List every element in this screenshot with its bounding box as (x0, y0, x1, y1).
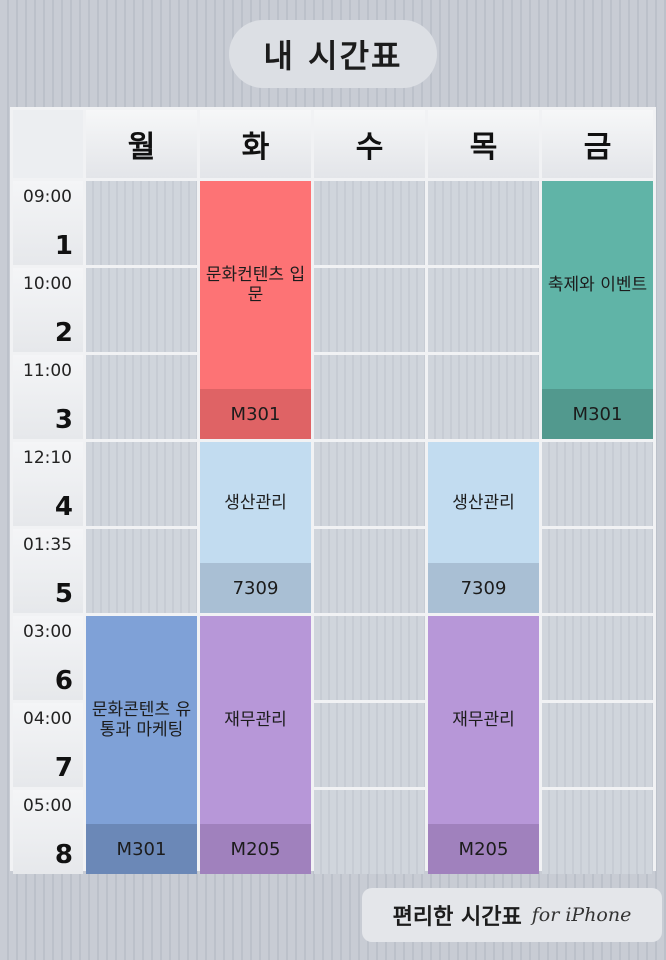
period-number: 3 (54, 405, 73, 435)
empty-slot-thu-1[interactable] (428, 181, 539, 265)
period-start-time: 09:00 (23, 187, 72, 207)
period-4-label: 12:10 4 (13, 442, 83, 526)
empty-slot-wed-5[interactable] (314, 529, 425, 613)
app-name: 편리한 시간표 (392, 905, 522, 930)
period-1-label: 09:00 1 (13, 181, 83, 265)
platform-label: for iPhone (531, 904, 632, 926)
day-header-thu: 목 (428, 110, 539, 178)
course-block[interactable]: 축제와 이벤트 M301 (542, 181, 653, 439)
course-block[interactable]: 생산관리 7309 (200, 442, 311, 613)
empty-slot-fri-8[interactable] (542, 790, 653, 874)
course-block[interactable]: 재무관리 M205 (428, 616, 539, 874)
period-start-time: 11:00 (23, 361, 72, 381)
course-room: M205 (428, 824, 539, 874)
empty-slot-mon-2[interactable] (86, 268, 197, 352)
course-name: 재무관리 (224, 710, 287, 730)
period-number: 7 (54, 753, 73, 783)
empty-slot-fri-4[interactable] (542, 442, 653, 526)
period-start-time: 01:35 (23, 535, 72, 555)
course-room: M301 (200, 389, 311, 439)
period-7-label: 04:00 7 (13, 703, 83, 787)
empty-slot-mon-5[interactable] (86, 529, 197, 613)
period-5-label: 01:35 5 (13, 529, 83, 613)
day-header-wed: 수 (314, 110, 425, 178)
period-number: 4 (54, 492, 73, 522)
header-corner (13, 110, 83, 178)
empty-slot-thu-2[interactable] (428, 268, 539, 352)
period-start-time: 05:00 (23, 796, 72, 816)
empty-slot-fri-7[interactable] (542, 703, 653, 787)
empty-slot-wed-1[interactable] (314, 181, 425, 265)
course-block[interactable]: 생산관리 7309 (428, 442, 539, 613)
period-6-label: 03:00 6 (13, 616, 83, 700)
course-room: 7309 (428, 563, 539, 613)
page-title: 내 시간표 (229, 20, 437, 88)
period-number: 8 (54, 840, 73, 870)
empty-slot-mon-4[interactable] (86, 442, 197, 526)
period-3-label: 11:00 3 (13, 355, 83, 439)
empty-slot-fri-6[interactable] (542, 616, 653, 700)
course-name: 문화컨텐츠 입문 (205, 265, 306, 305)
course-room: M301 (542, 389, 653, 439)
period-number: 1 (54, 231, 73, 261)
course-name: 재무관리 (452, 710, 515, 730)
course-room: 7309 (200, 563, 311, 613)
empty-slot-mon-1[interactable] (86, 181, 197, 265)
period-8-label: 05:00 8 (13, 790, 83, 874)
course-name: 문화콘텐츠 유통과 마케팅 (91, 700, 192, 740)
course-block[interactable]: 문화콘텐츠 유통과 마케팅 M301 (86, 616, 197, 874)
course-block[interactable]: 문화컨텐츠 입문 M301 (200, 181, 311, 439)
empty-slot-wed-4[interactable] (314, 442, 425, 526)
timetable-grid: 월 화 수 목 금 09:00 1 10:00 2 11:00 3 12:10 4 01:35 5 03:00… (10, 107, 656, 874)
course-room: M205 (200, 824, 311, 874)
day-header-fri: 금 (542, 110, 653, 178)
period-start-time: 10:00 (23, 274, 72, 294)
course-name: 축제와 이벤트 (547, 275, 648, 295)
empty-slot-mon-3[interactable] (86, 355, 197, 439)
empty-slot-wed-8[interactable] (314, 790, 425, 874)
period-number: 5 (54, 579, 73, 609)
period-2-label: 10:00 2 (13, 268, 83, 352)
period-start-time: 04:00 (23, 709, 72, 729)
day-header-mon: 월 (86, 110, 197, 178)
period-number: 2 (54, 318, 73, 348)
app-branding: 편리한 시간표 for iPhone (362, 888, 662, 942)
course-room: M301 (86, 824, 197, 874)
empty-slot-thu-3[interactable] (428, 355, 539, 439)
period-start-time: 12:10 (23, 448, 72, 468)
empty-slot-fri-5[interactable] (542, 529, 653, 613)
course-block[interactable]: 재무관리 M205 (200, 616, 311, 874)
empty-slot-wed-7[interactable] (314, 703, 425, 787)
course-name: 생산관리 (224, 492, 287, 513)
empty-slot-wed-6[interactable] (314, 616, 425, 700)
empty-slot-wed-2[interactable] (314, 268, 425, 352)
day-header-tue: 화 (200, 110, 311, 178)
empty-slot-wed-3[interactable] (314, 355, 425, 439)
period-start-time: 03:00 (23, 622, 72, 642)
period-number: 6 (54, 666, 73, 696)
course-name: 생산관리 (452, 492, 515, 513)
